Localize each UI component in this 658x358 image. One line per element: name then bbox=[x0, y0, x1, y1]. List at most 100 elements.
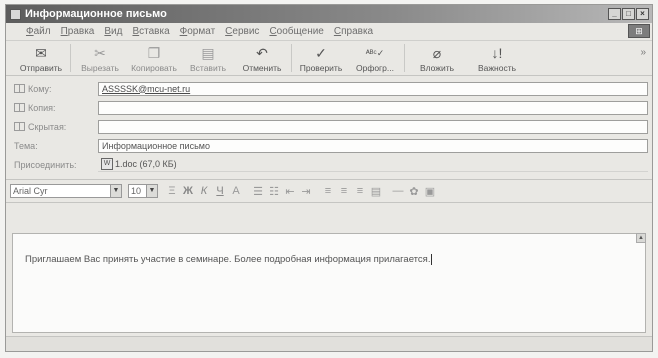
send-button[interactable]: ✉ Отправить bbox=[14, 41, 68, 74]
to-row: Кому: ASSSSK@mcu-net.ru bbox=[14, 80, 648, 97]
message-body[interactable]: ▲ Приглашаем Вас принять участие в семин… bbox=[12, 233, 646, 333]
attach-button[interactable]: ⌀ Вложить bbox=[407, 41, 467, 74]
decrease-indent-icon[interactable]: ⇤ bbox=[283, 185, 297, 198]
send-icon: ✉ bbox=[35, 44, 47, 61]
address-book-icon bbox=[14, 84, 25, 93]
attachment-field: W 1.doc (67,0 КБ) bbox=[98, 158, 648, 172]
copy-icon: ❐ bbox=[147, 44, 161, 61]
bcc-field[interactable] bbox=[98, 119, 648, 134]
justify-icon[interactable]: ▤ bbox=[369, 185, 383, 198]
toolbar-separator bbox=[404, 44, 405, 72]
numbered-list-icon[interactable]: ☰ bbox=[251, 185, 265, 198]
font-size-select[interactable]: 10 ▼ bbox=[128, 184, 158, 198]
status-bar bbox=[6, 336, 652, 351]
send-label: Отправить bbox=[19, 63, 63, 73]
check-label: Проверить bbox=[299, 63, 343, 73]
message-window: Информационное письмо _ □ × Файл Правка … bbox=[5, 4, 653, 352]
scroll-up-button[interactable]: ▲ bbox=[636, 233, 646, 243]
font-color-icon[interactable]: A bbox=[229, 185, 243, 197]
toolbar: ✉ Отправить ✂ Вырезать ❐ Копировать ▤ Вс… bbox=[6, 40, 652, 76]
cut-button[interactable]: ✂ Вырезать bbox=[73, 41, 127, 74]
window-title: Информационное письмо bbox=[25, 8, 167, 20]
font-name: Arial Cyr bbox=[13, 186, 48, 196]
increase-indent-icon[interactable]: ⇥ bbox=[299, 185, 313, 198]
paste-label: Вставить bbox=[189, 63, 227, 73]
menu-file[interactable]: Файл bbox=[26, 26, 51, 37]
attach-icon: ⌀ bbox=[432, 44, 442, 61]
subject-label: Тема: bbox=[14, 140, 38, 151]
title-bar: Информационное письмо _ □ × bbox=[6, 5, 652, 23]
doc-icon: W bbox=[101, 158, 113, 170]
bcc-row: Скрытая: bbox=[14, 118, 648, 135]
attachment-file[interactable]: 1.doc (67,0 КБ) bbox=[115, 158, 177, 171]
copy-button[interactable]: ❐ Копировать bbox=[127, 41, 181, 74]
spelling-button[interactable]: ᴬᴮᶜ✓ Орфогр... bbox=[348, 41, 402, 74]
windows-logo-icon: ⊞ bbox=[628, 24, 650, 38]
underline-icon[interactable]: Ч bbox=[213, 185, 227, 197]
menu-message[interactable]: Сообщение bbox=[269, 26, 323, 37]
chevron-down-icon: ▼ bbox=[110, 185, 121, 197]
spelling-icon: ᴬᴮᶜ✓ bbox=[365, 47, 385, 58]
cut-icon: ✂ bbox=[94, 44, 106, 61]
italic-icon[interactable]: К bbox=[197, 185, 211, 197]
check-icon: ✓ bbox=[315, 44, 327, 61]
horizontal-line-icon[interactable]: — bbox=[391, 185, 405, 197]
undo-label: Отменить bbox=[242, 63, 282, 73]
bullet-list-icon[interactable]: ☷ bbox=[267, 185, 281, 198]
align-left-icon[interactable]: ≡ bbox=[321, 185, 335, 197]
font-select[interactable]: Arial Cyr ▼ bbox=[10, 184, 122, 198]
bcc-button[interactable]: Скрытая: bbox=[14, 122, 98, 132]
menu-insert[interactable]: Вставка bbox=[132, 26, 169, 37]
undo-button[interactable]: ↶ Отменить bbox=[235, 41, 289, 74]
cc-label: Копия: bbox=[28, 102, 56, 113]
menu-tools[interactable]: Сервис bbox=[225, 26, 259, 37]
spelling-label: Орфогр... bbox=[356, 63, 394, 73]
attachment-row: Присоединить: W 1.doc (67,0 КБ) bbox=[14, 156, 648, 173]
toolbar-more-button[interactable]: » bbox=[640, 47, 646, 58]
undo-icon: ↶ bbox=[256, 44, 268, 61]
minimize-button[interactable]: _ bbox=[608, 8, 621, 20]
copy-label: Копировать bbox=[131, 63, 177, 73]
align-center-icon[interactable]: ≡ bbox=[337, 185, 351, 197]
attach-label: Вложить bbox=[419, 63, 455, 73]
chevron-down-icon: ▼ bbox=[146, 185, 157, 197]
to-label: Кому: bbox=[28, 83, 52, 94]
toolbar-separator bbox=[70, 44, 71, 72]
maximize-button[interactable]: □ bbox=[622, 8, 635, 20]
paragraph-style-icon[interactable]: Ξ bbox=[165, 185, 179, 197]
envelope-icon bbox=[10, 8, 21, 20]
attachment-label: Присоединить: bbox=[14, 159, 77, 170]
cc-field[interactable] bbox=[98, 100, 648, 115]
menu-format[interactable]: Формат bbox=[180, 26, 216, 37]
to-button[interactable]: Кому: bbox=[14, 84, 98, 94]
close-button[interactable]: × bbox=[636, 8, 649, 20]
font-size: 10 bbox=[131, 186, 142, 196]
paste-button[interactable]: ▤ Вставить bbox=[181, 41, 235, 74]
text-cursor bbox=[431, 254, 433, 265]
message-headers: Кому: ASSSSK@mcu-net.ru Копия: Скрытая: … bbox=[6, 76, 652, 177]
priority-label: Важность bbox=[477, 63, 517, 73]
toolbar-separator bbox=[291, 44, 292, 72]
priority-icon: ↓! bbox=[491, 45, 503, 61]
cut-label: Вырезать bbox=[81, 63, 119, 73]
hyperlink-icon[interactable]: ✿ bbox=[407, 185, 421, 198]
subject-field[interactable]: Информационное письмо bbox=[98, 138, 648, 153]
menu-view[interactable]: Вид bbox=[104, 26, 122, 37]
bcc-label: Скрытая: bbox=[28, 121, 67, 132]
to-field[interactable]: ASSSSK@mcu-net.ru bbox=[98, 81, 648, 96]
check-names-button[interactable]: ✓ Проверить bbox=[294, 41, 348, 74]
cc-button[interactable]: Копия: bbox=[14, 103, 98, 113]
message-text: Приглашаем Вас принять участие в семинар… bbox=[25, 254, 433, 265]
subject-row: Тема: Информационное письмо bbox=[14, 137, 648, 154]
address-book-icon bbox=[14, 122, 25, 131]
image-icon[interactable]: ▣ bbox=[423, 185, 437, 198]
priority-button[interactable]: ↓! Важность bbox=[467, 41, 527, 73]
align-right-icon[interactable]: ≡ bbox=[353, 185, 367, 197]
address-book-icon bbox=[14, 103, 25, 112]
menu-help[interactable]: Справка bbox=[334, 26, 373, 37]
cc-row: Копия: bbox=[14, 99, 648, 116]
formatting-toolbar: Arial Cyr ▼ 10 ▼ Ξ Ж К Ч A ☰ ☷ ⇤ ⇥ ≡ ≡ ≡… bbox=[6, 179, 652, 203]
menu-edit[interactable]: Правка bbox=[61, 26, 95, 37]
bold-icon[interactable]: Ж bbox=[181, 185, 195, 197]
paste-icon: ▤ bbox=[201, 44, 215, 61]
